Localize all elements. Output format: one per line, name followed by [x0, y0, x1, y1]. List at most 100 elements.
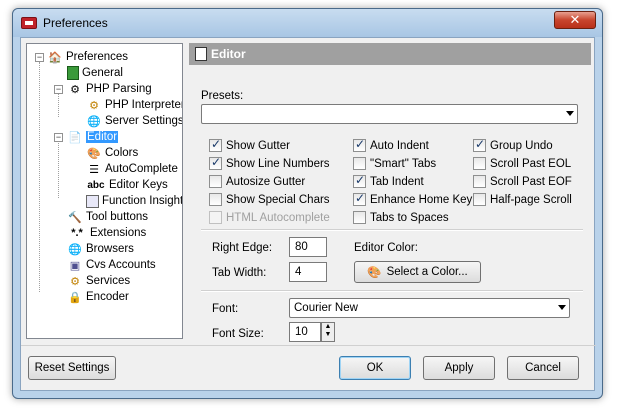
show-gutter-checkbox[interactable]: Show Gutter — [209, 137, 290, 152]
colors-icon: 🎨 — [87, 147, 101, 160]
chevron-down-icon — [566, 111, 574, 116]
tree-item-tool-buttons[interactable]: 🔨 Tool buttons — [67, 209, 148, 225]
gears-icon: ⚙ — [70, 83, 80, 96]
checkbox-box[interactable] — [353, 157, 366, 170]
tab-width-input[interactable]: 4 — [289, 262, 327, 282]
tree-item-colors[interactable]: 🎨 Colors — [86, 145, 138, 161]
autosize-gutter-checkbox[interactable]: Autosize Gutter — [209, 175, 305, 188]
document-icon — [195, 47, 207, 61]
separator — [201, 229, 583, 231]
smart-tabs-checkbox[interactable]: "Smart" Tabs — [353, 157, 436, 170]
separator — [201, 290, 583, 292]
page-icon — [67, 66, 79, 80]
tree-item-server-settings[interactable]: 🌐 Server Settings — [86, 113, 182, 129]
panel-title: Editor — [211, 47, 246, 61]
font-size-stepper[interactable]: ▲ ▼ — [321, 322, 335, 342]
checkbox-box[interactable] — [353, 173, 366, 188]
window-title: Preferences — [43, 16, 108, 30]
font-value: Courier New — [294, 302, 358, 314]
collapse-toggle[interactable]: − — [54, 133, 63, 142]
checkbox-box[interactable] — [473, 157, 486, 170]
function-icon — [86, 194, 99, 208]
checkbox-box[interactable] — [353, 211, 366, 224]
stepper-up-icon[interactable]: ▲ — [322, 323, 334, 331]
checkbox-box[interactable] — [473, 175, 486, 188]
collapse-toggle[interactable]: − — [54, 85, 63, 94]
font-label: Font: — [212, 303, 239, 315]
presets-label: Presets: — [201, 90, 244, 102]
tree-item-browsers[interactable]: 🌐 Browsers — [67, 241, 134, 257]
tree-item-php-interpreter[interactable]: ⚙ PHP Interpreter — [86, 97, 182, 113]
checkbox-box[interactable] — [473, 137, 486, 152]
tree-item-editor[interactable]: 📄 Editor — [67, 129, 119, 145]
enhance-home-key-checkbox[interactable]: Enhance Home Key — [353, 191, 472, 206]
chevron-down-icon — [558, 305, 566, 310]
tree-item-general[interactable]: General — [67, 65, 123, 81]
checkbox-box[interactable] — [209, 137, 222, 152]
checkbox-box — [209, 211, 222, 224]
font-size-label: Font Size: — [212, 328, 264, 340]
checkbox-box[interactable] — [473, 193, 486, 206]
list-icon: ☰ — [89, 163, 99, 176]
cvs-icon: ▣ — [69, 259, 81, 272]
tree-line — [58, 136, 59, 198]
extensions-icon: *.* — [71, 227, 83, 239]
presets-dropdown[interactable] — [201, 104, 578, 124]
reset-settings-button[interactable]: Reset Settings — [28, 356, 116, 380]
half-page-scroll-checkbox[interactable]: Half-page Scroll — [473, 193, 572, 206]
app-icon — [21, 17, 37, 29]
tree-item-cvs-accounts[interactable]: ▣ Cvs Accounts — [67, 257, 156, 273]
right-edge-label: Right Edge: — [212, 242, 273, 254]
editor-settings-panel: Editor Presets: Show Gutter Show Line Nu… — [189, 43, 591, 342]
palette-icon: 🎨 — [367, 267, 382, 279]
checkbox-box[interactable] — [209, 175, 222, 188]
gear-icon: ⚙ — [89, 99, 99, 112]
tree-line — [39, 62, 40, 292]
tree-item-preferences[interactable]: 🏠 Preferences — [47, 49, 128, 65]
collapse-toggle[interactable]: − — [35, 53, 44, 62]
tree-item-function-insight[interactable]: Function Insight — [86, 193, 182, 209]
hammer-icon: 🔨 — [68, 211, 82, 224]
scroll-past-eof-checkbox[interactable]: Scroll Past EOF — [473, 175, 572, 188]
stepper-down-icon[interactable]: ▼ — [322, 331, 334, 339]
font-dropdown[interactable]: Courier New — [289, 298, 570, 318]
checkbox-box[interactable] — [353, 137, 366, 152]
auto-indent-checkbox[interactable]: Auto Indent — [353, 137, 429, 152]
right-edge-input[interactable]: 80 — [289, 237, 327, 257]
show-special-chars-checkbox[interactable]: Show Special Chars — [209, 193, 330, 206]
tree-item-extensions[interactable]: *.* Extensions — [67, 225, 146, 241]
checkbox-box[interactable] — [209, 155, 222, 170]
group-undo-checkbox[interactable]: Group Undo — [473, 137, 553, 152]
font-size-input[interactable]: 10 — [289, 322, 321, 342]
ok-button[interactable]: OK — [339, 356, 411, 380]
dialog-client: − 🏠 Preferences General − ⚙ PHP Parsing … — [20, 37, 596, 391]
abc-icon: abc — [87, 179, 105, 191]
tab-width-label: Tab Width: — [212, 267, 267, 279]
separator — [21, 345, 596, 346]
services-icon: ⚙ — [70, 275, 80, 288]
tabs-to-spaces-checkbox[interactable]: Tabs to Spaces — [353, 211, 449, 224]
tree-item-editor-keys[interactable]: abc Editor Keys — [86, 177, 167, 193]
tree-item-autocomplete[interactable]: ☰ AutoComplete — [86, 161, 178, 177]
apply-button[interactable]: Apply — [423, 356, 495, 380]
browser-icon: 🌐 — [68, 243, 82, 256]
tab-indent-checkbox[interactable]: Tab Indent — [353, 173, 424, 188]
select-color-button[interactable]: 🎨 Select a Color... — [354, 261, 481, 283]
document-icon: 📄 — [68, 131, 82, 144]
panel-header: Editor — [189, 43, 591, 65]
lock-icon: 🔒 — [68, 291, 82, 304]
tree-item-encoder[interactable]: 🔒 Encoder — [67, 289, 129, 305]
show-line-numbers-checkbox[interactable]: Show Line Numbers — [209, 155, 330, 170]
scroll-past-eol-checkbox[interactable]: Scroll Past EOL — [473, 157, 571, 170]
checkbox-box[interactable] — [353, 191, 366, 206]
checkbox-box[interactable] — [209, 193, 222, 206]
globe-icon: 🌐 — [87, 115, 101, 128]
close-button[interactable]: ✕ — [554, 11, 596, 29]
title-bar[interactable]: Preferences ✕ — [13, 9, 602, 37]
preferences-tree[interactable]: − 🏠 Preferences General − ⚙ PHP Parsing … — [26, 43, 183, 339]
tree-item-php-parsing[interactable]: ⚙ PHP Parsing — [67, 81, 152, 97]
preferences-window: Preferences ✕ − 🏠 Preferences General − … — [12, 8, 603, 399]
house-icon: 🏠 — [48, 51, 62, 64]
tree-item-services[interactable]: ⚙ Services — [67, 273, 130, 289]
cancel-button[interactable]: Cancel — [507, 356, 579, 380]
